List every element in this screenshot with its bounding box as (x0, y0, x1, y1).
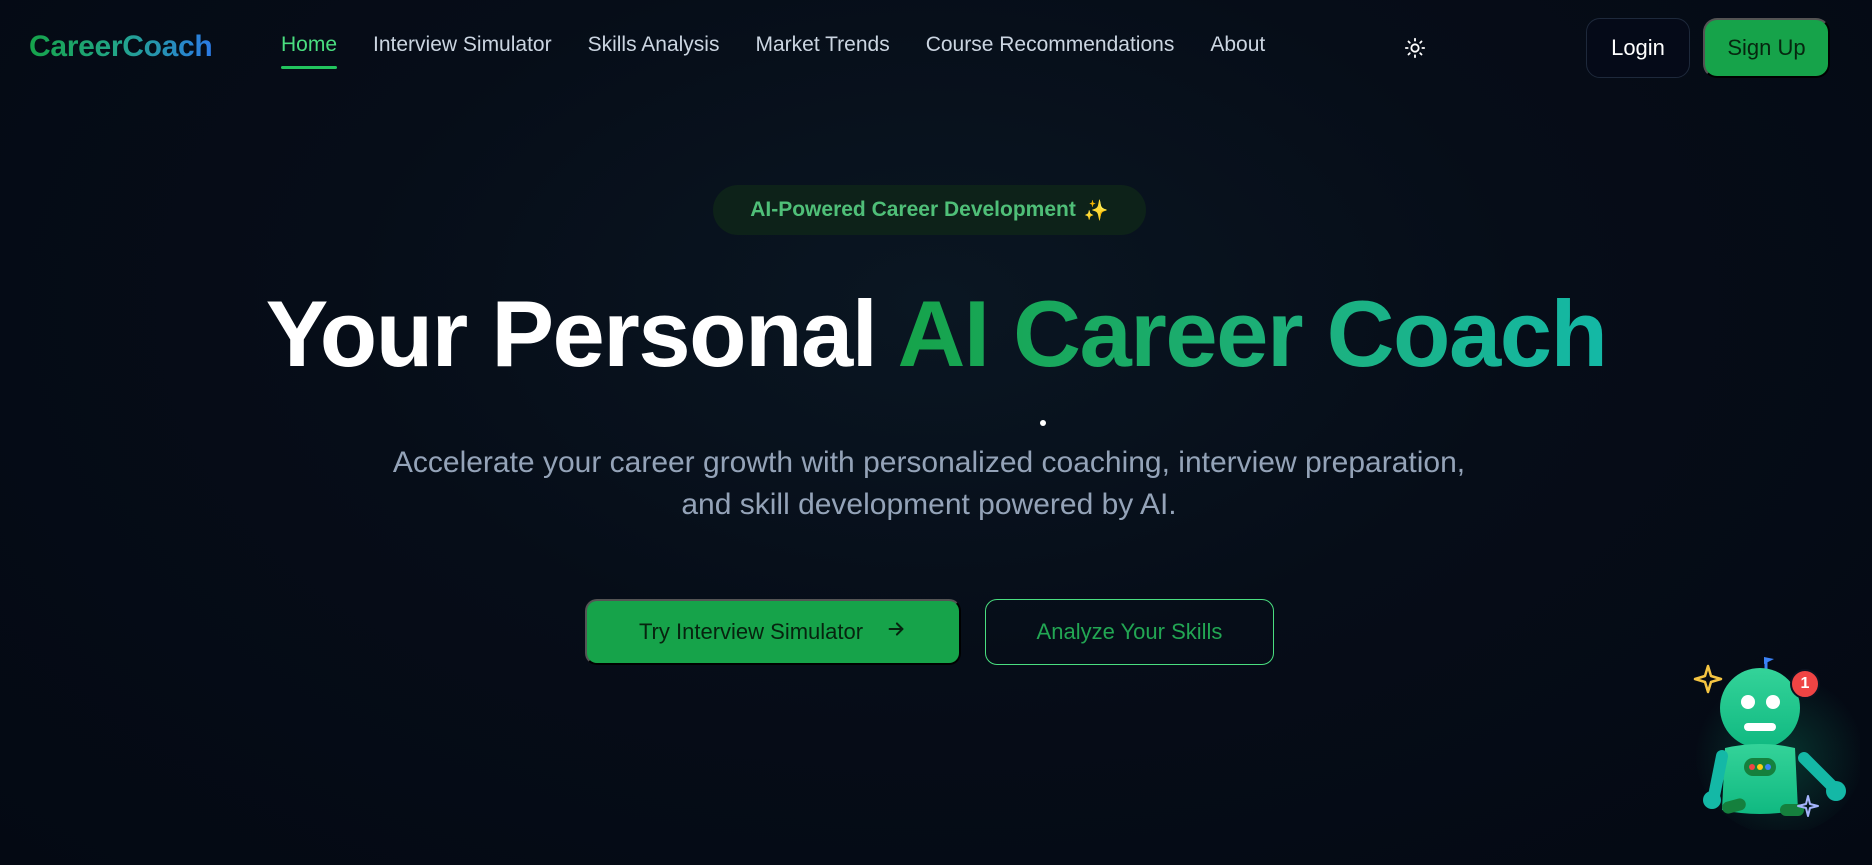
hero-badge-label: AI-Powered Career Development (750, 198, 1076, 221)
hero-headline: Your Personal AI Career Coach (0, 282, 1872, 385)
decorative-dot (1040, 420, 1046, 426)
nav-item-skills-analysis[interactable]: Skills Analysis (588, 33, 720, 57)
arrow-right-icon (885, 618, 907, 646)
sun-icon[interactable] (1403, 36, 1427, 60)
login-button[interactable]: Login (1586, 18, 1690, 78)
nav-item-course-recommendations[interactable]: Course Recommendations (926, 33, 1175, 57)
nav-item-market-trends[interactable]: Market Trends (755, 33, 889, 57)
logo[interactable]: CareerCoach (29, 30, 213, 64)
nav-links: Home Interview Simulator Skills Analysis… (281, 33, 1301, 69)
nav-item-about[interactable]: About (1210, 33, 1265, 57)
headline-gradient-part: AI Career Coach (897, 281, 1608, 386)
notification-badge: 1 (1790, 669, 1820, 699)
top-navbar: CareerCoach Home Interview Simulator Ski… (0, 0, 1872, 96)
nav-item-interview-simulator[interactable]: Interview Simulator (373, 33, 552, 57)
headline-white-part: Your Personal (265, 281, 878, 386)
hero-badge: AI-Powered Career Development ✨ (713, 185, 1146, 235)
sparkles-icon: ✨ (1083, 199, 1109, 222)
try-interview-simulator-button[interactable]: Try Interview Simulator (585, 599, 961, 665)
nav-item-home[interactable]: Home (281, 33, 338, 69)
robot-assistant-icon[interactable] (1680, 650, 1865, 835)
hero-subtitle: Accelerate your career growth with perso… (392, 446, 1466, 521)
primary-cta-label: Try Interview Simulator (638, 619, 864, 644)
analyze-your-skills-button[interactable]: Analyze Your Skills (985, 599, 1274, 665)
signup-button[interactable]: Sign Up (1703, 18, 1830, 78)
